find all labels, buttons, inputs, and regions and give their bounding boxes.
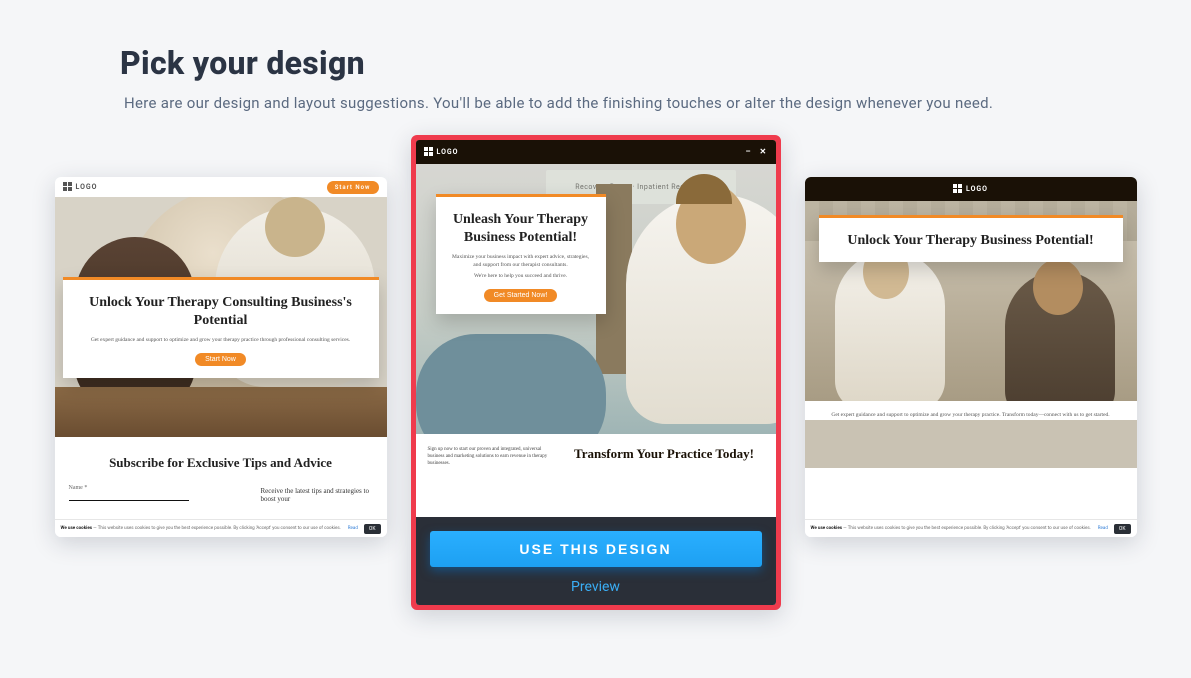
card2-hero-sub1: Maximize your business impact with exper… xyxy=(452,254,590,269)
logo-icon: LOGO xyxy=(424,147,459,157)
card2-hero-title: Unleash Your Therapy Business Potential! xyxy=(452,211,590,246)
card3-sub: Get expert guidance and support to optim… xyxy=(825,411,1117,419)
card2-hero-button: Get Started Now! xyxy=(484,289,558,302)
card1-hero: Unlock Your Therapy Consulting Business'… xyxy=(55,197,387,437)
preview-link[interactable]: Preview xyxy=(430,579,762,595)
card1-name-input: Name * xyxy=(69,485,189,501)
card2-hero: Recovery Room · Inpatient Receiving Unle… xyxy=(416,164,776,434)
use-this-design-button[interactable]: USE THIS DESIGN xyxy=(430,531,762,567)
card1-subscribe-title: Subscribe for Exclusive Tips and Advice xyxy=(69,455,373,471)
card2-logo-text: LOGO xyxy=(437,148,459,156)
design-cards-row: LOGO Start Now Unlock Your Therapy Consu… xyxy=(0,135,1191,610)
card1-subscribe-text: Receive the latest tips and strategies t… xyxy=(261,487,371,503)
cookie-title: We use cookies xyxy=(811,526,843,531)
card3-below: Get expert guidance and support to optim… xyxy=(805,401,1137,486)
cookie-read: Read xyxy=(1098,526,1108,531)
cookie-body: This website uses cookies to give you th… xyxy=(848,526,1091,531)
logo-icon: LOGO xyxy=(63,182,98,192)
card3-hero-title: Unlock Your Therapy Business Potential! xyxy=(835,232,1107,250)
page-root: Pick your design Here are our design and… xyxy=(0,0,1191,678)
page-subtitle: Here are our design and layout suggestio… xyxy=(124,94,993,112)
logo-icon: LOGO xyxy=(953,184,988,194)
card1-logo-text: LOGO xyxy=(76,183,98,191)
card2-transform-title: Transform Your Practice Today! xyxy=(564,446,763,463)
design-card-2-selected[interactable]: LOGO –✕ Recovery Room · Inpatient Receiv… xyxy=(411,135,781,610)
card1-hero-button: Start Now xyxy=(195,353,246,366)
card1-cookie-bar: We use cookies — This website uses cooki… xyxy=(55,519,387,537)
card2-action-panel: USE THIS DESIGN Preview xyxy=(416,517,776,605)
card2-hero-sub2: We're here to help you succeed and thriv… xyxy=(452,273,590,281)
card3-hero: Unlock Your Therapy Business Potential! xyxy=(805,201,1137,401)
window-controls-icon: –✕ xyxy=(746,148,768,156)
cookie-title: We use cookies xyxy=(61,526,93,531)
card3-logobar: LOGO xyxy=(805,177,1137,201)
design-card-1[interactable]: LOGO Start Now Unlock Your Therapy Consu… xyxy=(55,177,387,537)
design-card-2-inner: LOGO –✕ Recovery Room · Inpatient Receiv… xyxy=(416,140,776,605)
card3-photo-strip xyxy=(805,420,1137,468)
card3-cookie-bar: We use cookies — This website uses cooki… xyxy=(805,519,1137,537)
card3-logo-text: LOGO xyxy=(966,185,988,193)
cookie-read: Read xyxy=(348,526,358,531)
cookie-ok: OK xyxy=(1114,524,1131,534)
card1-start-button: Start Now xyxy=(327,181,379,194)
card1-hero-title: Unlock Your Therapy Consulting Business'… xyxy=(79,294,363,329)
cookie-ok: OK xyxy=(364,524,381,534)
card2-transform-area: Sign up now to start our proven and inte… xyxy=(416,434,776,517)
card2-logobar: LOGO –✕ xyxy=(416,140,776,164)
page-title: Pick your design xyxy=(120,44,365,82)
card1-logobar: LOGO Start Now xyxy=(55,177,387,197)
card2-left-text: Sign up now to start our proven and inte… xyxy=(428,446,549,467)
design-card-3[interactable]: LOGO Unlock Your Therapy Business Potent… xyxy=(805,177,1137,537)
card1-subscribe: Subscribe for Exclusive Tips and Advice … xyxy=(55,437,387,523)
card1-hero-sub: Get expert guidance and support to optim… xyxy=(79,337,363,345)
cookie-body: This website uses cookies to give you th… xyxy=(98,526,341,531)
